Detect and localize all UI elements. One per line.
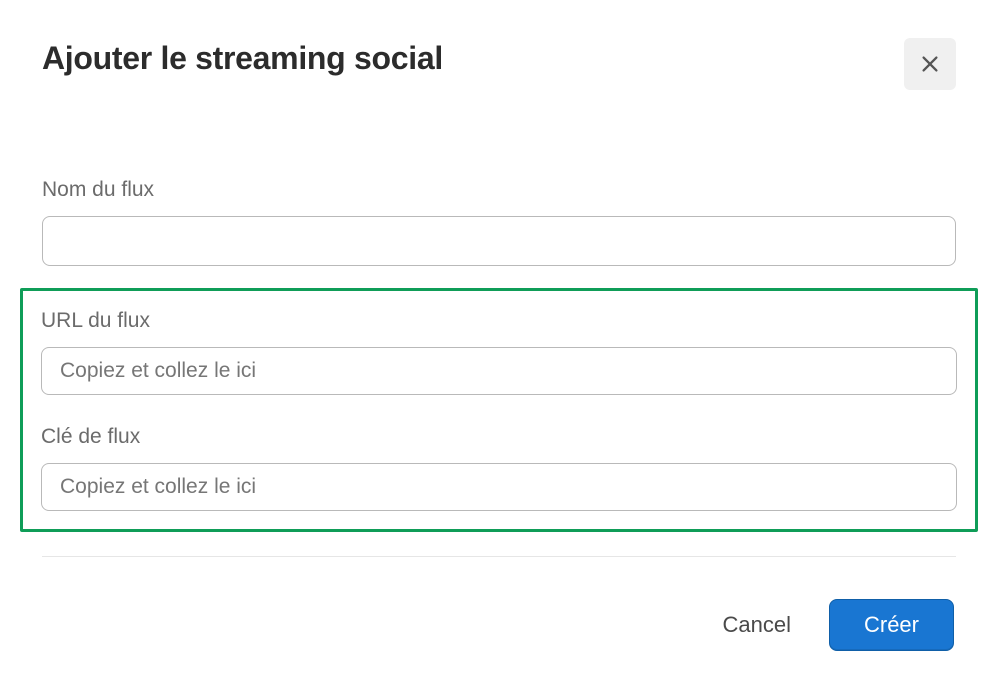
- cancel-button[interactable]: Cancel: [719, 604, 795, 646]
- stream-url-label: URL du flux: [41, 309, 957, 333]
- stream-name-label: Nom du flux: [42, 178, 956, 202]
- highlighted-fields: URL du flux Clé de flux: [20, 288, 978, 532]
- close-button[interactable]: [904, 38, 956, 90]
- stream-url-input[interactable]: [41, 347, 957, 395]
- form-section: Nom du flux URL du flux Clé de flux Canc…: [42, 178, 956, 651]
- stream-url-field-group: URL du flux: [41, 309, 957, 395]
- footer-divider: [42, 556, 956, 557]
- dialog-footer: Cancel Créer: [42, 599, 956, 651]
- add-social-streaming-dialog: Ajouter le streaming social Nom du flux …: [0, 0, 998, 690]
- dialog-title: Ajouter le streaming social: [42, 40, 443, 77]
- create-button[interactable]: Créer: [829, 599, 954, 651]
- stream-key-label: Clé de flux: [41, 425, 957, 449]
- stream-name-input[interactable]: [42, 216, 956, 266]
- dialog-header: Ajouter le streaming social: [42, 40, 956, 90]
- stream-key-field-group: Clé de flux: [41, 425, 957, 511]
- close-icon: [919, 53, 941, 75]
- stream-name-field-group: Nom du flux: [42, 178, 956, 266]
- stream-key-input[interactable]: [41, 463, 957, 511]
